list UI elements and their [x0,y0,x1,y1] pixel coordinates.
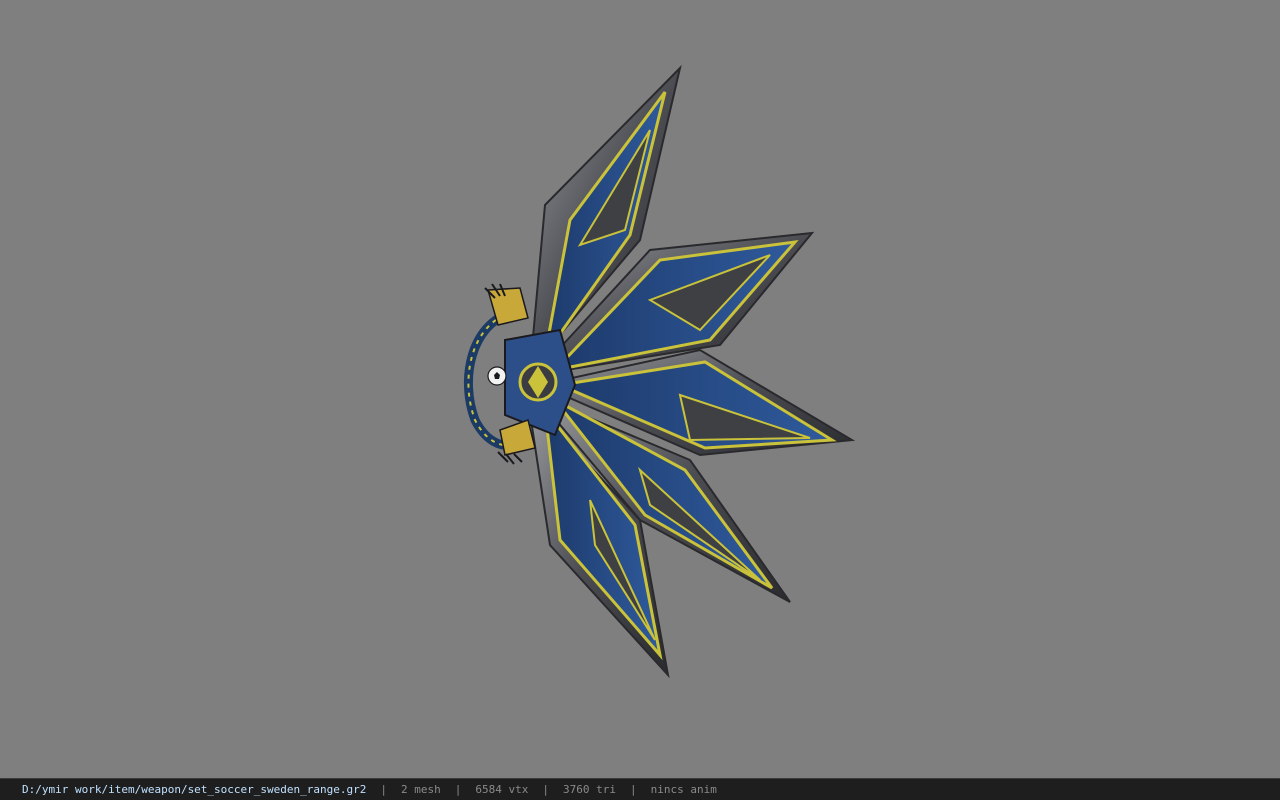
animation-status: nincs anim [650,783,717,796]
fan-blades [526,64,856,679]
weapon-model [464,64,856,679]
separator: | [629,783,637,796]
separator: | [542,783,549,796]
status-bar: D:/ymir work/item/weapon/set_soccer_swed… [0,778,1280,800]
soccer-ball-icon [487,366,507,386]
mesh-count: 2 mesh [401,783,441,796]
vertex-count: 6584 vtx [475,783,529,796]
3d-viewport[interactable] [0,0,1280,778]
separator: | [454,783,462,796]
separator: | [380,783,387,796]
triangle-count: 3760 tri [562,783,616,796]
file-path: D:/ymir work/item/weapon/set_soccer_swed… [22,783,367,796]
